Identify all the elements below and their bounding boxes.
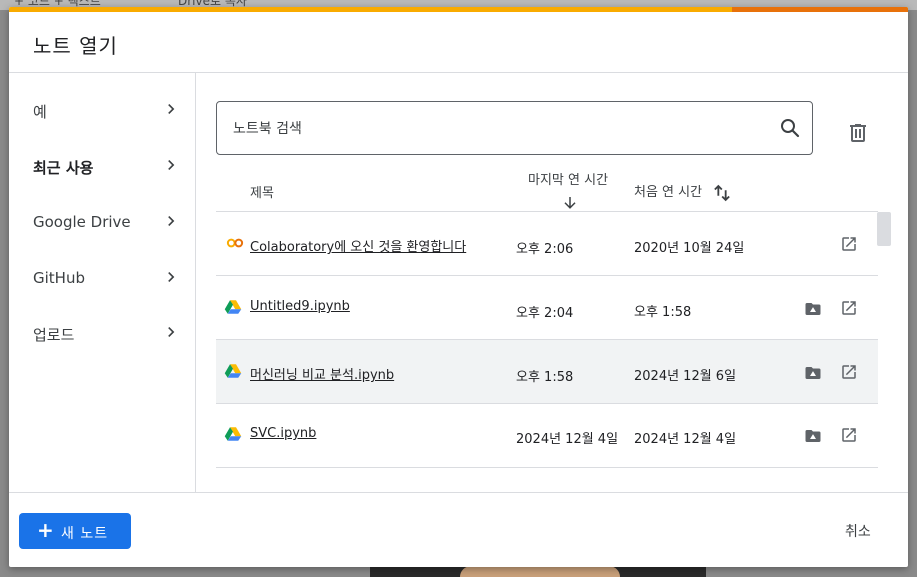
notebook-link[interactable]: Colaboratory에 오신 것을 환영합니다 [250, 236, 466, 255]
sort-icon[interactable] [711, 182, 733, 204]
first-opened-cell: 오후 1:58 [634, 305, 692, 320]
dialog-title: 노트 열기 [33, 34, 118, 58]
sidebar-item-examples[interactable]: 예 [9, 87, 195, 135]
drive-folder-icon[interactable] [804, 300, 822, 318]
google-drive-icon [224, 300, 242, 314]
google-drive-icon [224, 364, 242, 378]
chevron-right-icon [168, 160, 175, 170]
sidebar-item-github[interactable]: GitHub [9, 255, 195, 303]
drive-folder-icon[interactable] [804, 427, 822, 445]
sidebar: 예 최근 사용 Google Drive GitHub 업로드 [9, 73, 196, 492]
column-header-first-opened[interactable]: 처음 연 시간 [634, 181, 702, 200]
scrollbar-thumb[interactable] [877, 212, 891, 246]
colab-icon [226, 238, 244, 248]
new-notebook-label: 새 노트 [61, 526, 109, 542]
first-opened-cell: 2024년 12월 6일 [634, 369, 737, 384]
new-notebook-button[interactable]: + 새 노트 [19, 513, 131, 549]
sidebar-item-label: 예 [33, 103, 47, 121]
sidebar-item-upload[interactable]: 업로드 [9, 310, 195, 358]
first-opened-cell: 2024년 12월 4일 [634, 432, 737, 447]
sort-descending-icon[interactable] [561, 194, 579, 212]
table-row[interactable]: Untitled9.ipynb 오후 2:04 오후 1:58 [216, 276, 878, 340]
search-input[interactable] [231, 116, 755, 142]
notebook-table: Colaboratory에 오신 것을 환영합니다 오후 2:06 2020년 … [216, 212, 878, 492]
notebook-link[interactable]: Untitled9.ipynb [250, 299, 350, 314]
divider [9, 492, 908, 493]
cancel-button[interactable]: 취소 [845, 521, 871, 541]
table-row[interactable]: SVC.ipynb 2024년 12월 4일 2024년 12월 4일 [216, 404, 878, 468]
last-opened-cell: 2024년 12월 4일 [516, 432, 619, 447]
sidebar-item-label: 업로드 [33, 326, 75, 344]
sidebar-item-recent[interactable]: 최근 사용 [9, 143, 195, 191]
open-in-new-tab-icon[interactable] [840, 235, 858, 253]
table-row[interactable]: Colaboratory에 오신 것을 환영합니다 오후 2:06 2020년 … [216, 212, 878, 276]
column-header-last-opened[interactable]: 마지막 연 시간 [528, 169, 608, 188]
notebook-link[interactable]: 머신러닝 비교 분석.ipynb [250, 364, 394, 383]
chevron-right-icon [168, 272, 175, 282]
sidebar-item-google-drive[interactable]: Google Drive [9, 199, 195, 247]
sidebar-item-label: Google Drive [33, 213, 131, 231]
delete-icon[interactable] [846, 121, 870, 145]
search-icon[interactable] [778, 116, 802, 140]
notebook-link[interactable]: SVC.ipynb [250, 426, 316, 441]
google-drive-icon [224, 427, 242, 441]
open-in-new-tab-icon[interactable] [840, 363, 858, 381]
sidebar-item-label: GitHub [33, 269, 85, 287]
open-notebook-dialog: 노트 열기 예 최근 사용 Google Drive GitHub 업로드 노트… [9, 7, 908, 567]
search-box [216, 101, 813, 155]
open-in-new-tab-icon[interactable] [840, 299, 858, 317]
last-opened-cell: 오후 1:58 [516, 370, 574, 385]
column-header-title[interactable]: 제목 [250, 182, 274, 201]
chevron-right-icon [168, 216, 175, 226]
dialog-accent-bar-end [732, 7, 908, 12]
chevron-right-icon [168, 104, 175, 114]
open-in-new-tab-icon[interactable] [840, 426, 858, 444]
background-image-detail [460, 566, 620, 577]
sidebar-item-label: 최근 사용 [33, 159, 94, 177]
chevron-right-icon [168, 327, 175, 337]
last-opened-cell: 오후 2:06 [516, 242, 574, 257]
plus-icon: + [37, 518, 54, 542]
table-row[interactable]: 머신러닝 비교 분석.ipynb 오후 1:58 2024년 12월 6일 [216, 340, 878, 404]
first-opened-cell: 2020년 10월 24일 [634, 241, 745, 256]
drive-folder-icon[interactable] [804, 364, 822, 382]
last-opened-cell: 오후 2:04 [516, 306, 574, 321]
